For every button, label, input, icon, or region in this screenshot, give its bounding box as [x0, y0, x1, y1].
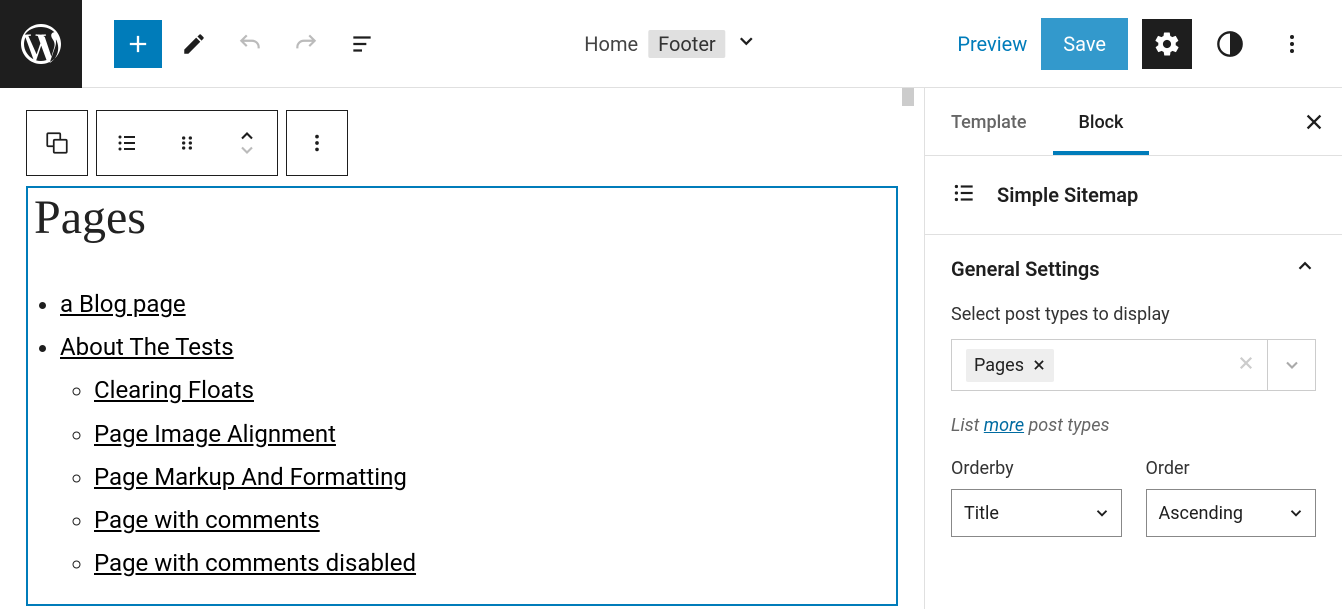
block-type-button[interactable]: [27, 111, 87, 175]
block-name: Simple Sitemap: [997, 183, 1138, 207]
chevron-up-icon: [1294, 255, 1316, 282]
wordpress-logo[interactable]: [0, 0, 82, 88]
list-item: About The Tests Clearing Floats Page Image…: [60, 326, 888, 585]
top-toolbar: Home Footer Preview Save: [0, 0, 1342, 88]
page-link[interactable]: Page Image Alignment: [94, 420, 336, 448]
list-item: a Blog page: [60, 283, 888, 326]
block-options-button[interactable]: [287, 111, 347, 175]
more-link[interactable]: more: [984, 415, 1024, 436]
page-link[interactable]: Page Markup And Formatting: [94, 463, 407, 491]
list-item: Page with comments disabled: [94, 542, 888, 585]
tab-template[interactable]: Template: [925, 88, 1053, 155]
list-item: Page Markup And Formatting: [94, 456, 888, 499]
post-types-field: Select post types to display Pages: [925, 304, 1342, 415]
page-link[interactable]: Clearing Floats: [94, 376, 254, 404]
toolbar-right-group: Preview Save: [957, 18, 1342, 70]
post-types-hint: List more post types: [925, 415, 1342, 458]
list-item: Page with comments: [94, 499, 888, 542]
order-select[interactable]: Ascending: [1146, 489, 1317, 537]
save-button[interactable]: Save: [1041, 18, 1128, 70]
document-title[interactable]: Home Footer: [584, 30, 757, 58]
orderby-label: Orderby: [951, 458, 1122, 479]
main-area: Pages a Blog page About The Tests Clearing…: [0, 88, 1342, 609]
order-field: Order Ascending: [1146, 458, 1317, 537]
sitemap-heading: Pages: [34, 190, 888, 245]
orderby-field: Orderby Title: [951, 458, 1122, 537]
close-sidebar-button[interactable]: [1292, 100, 1336, 144]
drag-handle[interactable]: [157, 111, 217, 175]
post-types-label: Select post types to display: [951, 304, 1316, 325]
block-toolbar: [26, 110, 898, 176]
page-link[interactable]: About The Tests: [60, 333, 234, 361]
tag-pages[interactable]: Pages: [966, 349, 1054, 382]
list-view-button[interactable]: [97, 111, 157, 175]
tab-block[interactable]: Block: [1053, 88, 1150, 155]
clear-tags-button[interactable]: [1225, 353, 1267, 378]
edit-mode-button[interactable]: [170, 20, 218, 68]
more-options-button[interactable]: [1268, 20, 1316, 68]
list-item: Page Image Alignment: [94, 413, 888, 456]
settings-sidebar: Template Block Simple Sitemap General Se…: [924, 88, 1342, 609]
sidebar-tabs: Template Block: [925, 88, 1342, 156]
page-link[interactable]: a Blog page: [60, 290, 186, 318]
preview-button[interactable]: Preview: [957, 32, 1027, 56]
undo-button[interactable]: [226, 20, 274, 68]
document-outline-button[interactable]: [338, 20, 386, 68]
list-item: Clearing Floats: [94, 369, 888, 412]
move-updown[interactable]: [217, 111, 277, 175]
scrollbar-thumb[interactable]: [902, 88, 914, 106]
panel-general-settings[interactable]: General Settings: [925, 235, 1342, 304]
toolbar-left-group: [82, 20, 386, 68]
redo-button[interactable]: [282, 20, 330, 68]
editor-canvas: Pages a Blog page About The Tests Clearing…: [0, 88, 924, 609]
orderby-select[interactable]: Title: [951, 489, 1122, 537]
post-types-select[interactable]: Pages: [951, 339, 1316, 391]
doc-path: Home: [584, 32, 638, 56]
dropdown-toggle[interactable]: [1267, 340, 1315, 390]
order-row: Orderby Title Order Ascending: [925, 458, 1342, 537]
list-icon: [951, 180, 977, 210]
pages-list: a Blog page About The Tests Clearing Float…: [34, 283, 888, 585]
settings-button[interactable]: [1142, 19, 1192, 69]
add-block-button[interactable]: [114, 20, 162, 68]
page-link[interactable]: Page with comments: [94, 506, 320, 534]
simple-sitemap-block[interactable]: Pages a Blog page About The Tests Clearing…: [26, 186, 898, 606]
block-info-header: Simple Sitemap: [925, 156, 1342, 235]
page-link[interactable]: Page with comments disabled: [94, 549, 416, 577]
doc-current: Footer: [648, 30, 726, 58]
styles-button[interactable]: [1206, 20, 1254, 68]
chevron-down-icon: [736, 30, 758, 57]
order-label: Order: [1146, 458, 1317, 479]
